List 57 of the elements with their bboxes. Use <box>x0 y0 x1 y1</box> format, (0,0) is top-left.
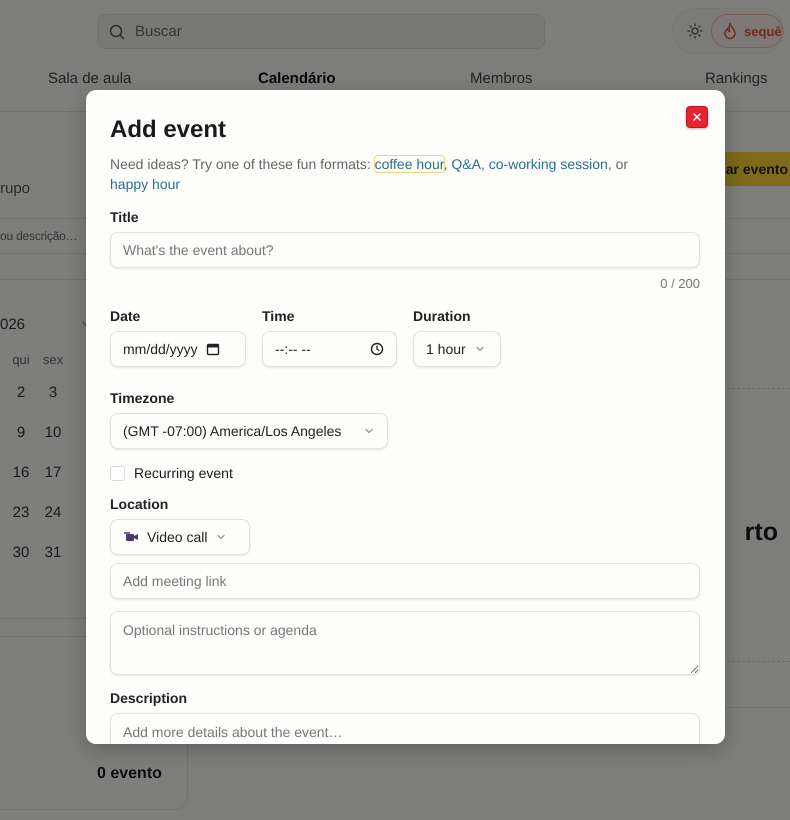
field-label: Timezone <box>110 389 176 407</box>
format-link[interactable]: co-working session <box>488 156 608 172</box>
format-link[interactable]: happy hour <box>110 176 180 192</box>
panel-heading: rto <box>744 518 778 546</box>
meeting-link-field[interactable]: Add meeting link <box>110 563 700 599</box>
search-icon <box>109 24 125 40</box>
field-label: Title <box>110 208 140 226</box>
month-label: 026 <box>0 316 26 332</box>
sun-icon <box>687 23 703 39</box>
field-label: Date <box>110 307 142 325</box>
timezone-select[interactable]: (GMT -07:00) America/Los Angeles <box>110 413 388 449</box>
instructions-field[interactable]: Optional instructions or agenda <box>110 611 700 675</box>
search-field[interactable]: Buscar <box>97 14 545 48</box>
close-icon <box>693 113 701 121</box>
description-field[interactable]: Add more details about the event… <box>110 713 700 744</box>
close-button[interactable] <box>686 106 708 128</box>
calendar-icon <box>206 342 220 356</box>
weekday-label: qui <box>11 351 31 369</box>
nav-tab[interactable]: Calendário <box>258 70 336 87</box>
format-link[interactable]: Q&A <box>451 156 481 172</box>
ideas-text: Need ideas? Try one of these fun formats: coffee hour, Q&A, co-working session, or happy hour <box>110 155 630 194</box>
duration-select[interactable]: 1 hour <box>413 331 501 367</box>
checkbox[interactable] <box>110 466 125 480</box>
theme-toggle[interactable] <box>687 23 703 39</box>
checkbox-label: Recurring event <box>134 465 233 481</box>
clock-icon <box>370 342 384 356</box>
dialog-title: Add event <box>110 115 226 145</box>
field-label: Description <box>110 689 188 707</box>
date-field[interactable]: mm/dd/yyyy <box>110 331 246 367</box>
calendar-day[interactable]: 23 <box>5 503 37 543</box>
calendar-day[interactable]: 31 <box>37 543 69 583</box>
location-select[interactable]: Video call <box>110 519 250 555</box>
field-label: Duration <box>413 307 472 325</box>
calendar-day[interactable]: 2 <box>5 383 37 423</box>
video-camera-icon <box>123 531 139 543</box>
calendar-day[interactable]: 17 <box>37 463 69 503</box>
title-field[interactable]: What's the event about? <box>110 232 700 268</box>
character-counter: 0 / 200 <box>659 276 700 292</box>
streak-badge[interactable]: sequê <box>711 14 783 48</box>
weekday-label: sex <box>42 351 64 369</box>
calendar-day[interactable]: 10 <box>37 423 69 463</box>
field-label: Location <box>110 495 170 513</box>
calendar-day[interactable]: 3 <box>37 383 69 423</box>
flame-icon <box>722 22 738 40</box>
format-link[interactable]: coffee hour <box>374 156 444 172</box>
event-count: 0 evento <box>97 765 162 783</box>
nav-tab[interactable]: Rankings <box>705 70 768 87</box>
calendar-day[interactable]: 24 <box>37 503 69 543</box>
field-label: Time <box>262 307 296 325</box>
calendar-day[interactable]: 16 <box>5 463 37 503</box>
nav-tab[interactable]: Sala de aula <box>48 70 132 87</box>
filter-field[interactable]: ou descrição… <box>0 219 85 253</box>
time-field[interactable]: --:-- -- <box>262 331 397 367</box>
nav-tab[interactable]: Membros <box>470 70 533 87</box>
group-label: rupo <box>0 180 30 197</box>
calendar-day[interactable]: 30 <box>5 543 37 583</box>
calendar-day[interactable]: 9 <box>5 423 37 463</box>
